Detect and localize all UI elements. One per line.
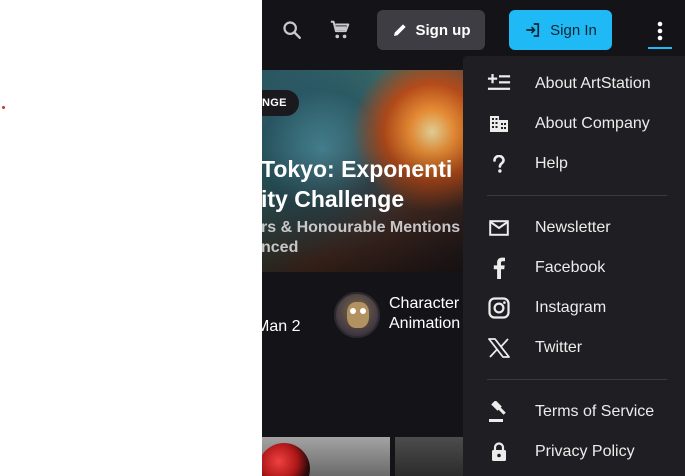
more-dropdown-menu: About ArtStation About Company Help News…	[463, 56, 685, 476]
card-title-line-1: Character	[389, 295, 460, 312]
menu-item-terms-of-service[interactable]: Terms of Service	[463, 392, 685, 432]
card-title-line-2: Animation	[389, 315, 461, 332]
menu-label: About Company	[535, 115, 650, 132]
menu-item-twitter[interactable]: Twitter	[463, 328, 685, 368]
card-title-left[interactable]: Man 2	[262, 318, 300, 336]
lock-icon	[487, 440, 511, 464]
menu-divider	[487, 379, 667, 380]
gavel-icon	[487, 400, 511, 424]
avatar-face	[347, 302, 369, 328]
instagram-icon	[487, 296, 511, 320]
menu-label: About ArtStation	[535, 75, 651, 92]
pencil-icon	[393, 24, 406, 36]
company-building-icon	[487, 112, 511, 136]
menu-label: Privacy Policy	[535, 443, 635, 460]
character-avatar[interactable]	[334, 292, 380, 338]
left-blank-panel	[0, 0, 262, 476]
red-dot-marker	[2, 106, 5, 109]
hero-title: Tokyo: Exponenti ity Challenge	[262, 154, 472, 214]
x-twitter-icon	[487, 336, 511, 360]
shopping-cart-icon	[330, 20, 350, 39]
search-button[interactable]	[278, 14, 306, 46]
menu-label: Facebook	[535, 259, 606, 276]
menu-item-help[interactable]: Help	[463, 144, 685, 184]
card-title-right[interactable]: Character Animation	[389, 294, 460, 334]
avatar-eye-left	[350, 308, 356, 314]
active-menu-indicator	[648, 47, 672, 49]
menu-label: Instagram	[535, 299, 607, 316]
featured-challenge-banner[interactable]: NGE Tokyo: Exponenti ity Challenge rs & …	[262, 70, 472, 272]
menu-label: Twitter	[535, 339, 583, 356]
more-vertical-icon	[657, 21, 663, 41]
sign-in-button[interactable]: Sign In	[509, 10, 612, 50]
about-artstation-icon	[487, 72, 511, 96]
menu-item-newsletter[interactable]: Newsletter	[463, 208, 685, 248]
menu-label: Newsletter	[535, 219, 611, 236]
help-question-icon	[487, 152, 511, 176]
login-icon	[526, 23, 540, 37]
thumbnail-red-sphere	[262, 443, 310, 476]
sign-in-label: Sign In	[550, 21, 597, 39]
sign-up-label: Sign up	[415, 21, 471, 39]
menu-label: Terms of Service	[535, 403, 655, 420]
cart-button[interactable]	[326, 14, 354, 46]
menu-item-privacy-policy[interactable]: Privacy Policy	[463, 432, 685, 472]
menu-item-about-company[interactable]: About Company	[463, 104, 685, 144]
menu-item-about-artstation[interactable]: About ArtStation	[463, 64, 685, 104]
hero-title-line-2: ity Challenge	[262, 186, 405, 212]
hero-subtitle-line-1: rs & Honourable Mentions	[262, 219, 461, 236]
artwork-thumbnail[interactable]	[262, 437, 390, 476]
challenge-badge: NGE	[262, 90, 299, 116]
sign-up-button[interactable]: Sign up	[377, 10, 485, 50]
facebook-icon	[487, 256, 511, 280]
menu-item-instagram[interactable]: Instagram	[463, 288, 685, 328]
avatar-eye-right	[360, 308, 366, 314]
hero-title-line-1: Tokyo: Exponenti	[262, 156, 453, 182]
menu-label: Help	[535, 155, 568, 172]
search-icon	[283, 21, 301, 39]
menu-divider	[487, 195, 667, 196]
hero-subtitle-line-2: nced	[262, 239, 299, 256]
mail-icon	[487, 216, 511, 240]
hero-subtitle: rs & Honourable Mentions nced	[262, 218, 472, 258]
more-menu-button[interactable]	[648, 12, 672, 50]
menu-item-facebook[interactable]: Facebook	[463, 248, 685, 288]
